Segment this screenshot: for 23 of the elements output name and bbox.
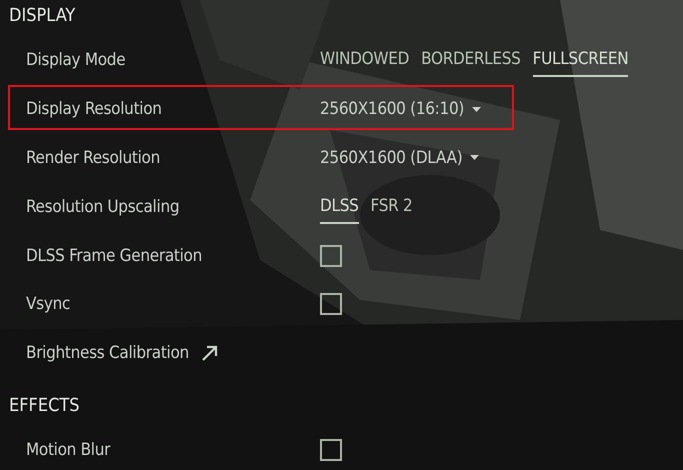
caret-icon [470, 155, 480, 160]
option-tab[interactable]: BORDERLESS [421, 49, 521, 78]
checkbox[interactable] [320, 438, 342, 461]
arrow-icon [200, 344, 219, 362]
option-tab[interactable]: DLSS [320, 196, 359, 224]
setting-link[interactable]: Brightness Calibration [26, 343, 219, 364]
option-tab[interactable]: WINDOWED [320, 49, 410, 78]
option-tab[interactable]: FULLSCREEN [532, 49, 628, 78]
checkbox[interactable] [320, 244, 342, 267]
value-dropdown[interactable]: 2560X1600 (16:10) [320, 99, 482, 120]
setting-label: Display Resolution [26, 99, 163, 120]
value-dropdown[interactable]: 2560X1600 (DLAA) [320, 148, 480, 168]
option-tab[interactable]: FSR 2 [370, 196, 412, 224]
setting-label: Display Mode [26, 50, 126, 70]
setting-label: Render Resolution [26, 148, 161, 168]
checkbox[interactable] [320, 293, 342, 316]
setting-label: Resolution Upscaling [26, 196, 180, 217]
caret-icon [472, 106, 482, 112]
section-title: EFFECTS [8, 394, 81, 418]
setting-label: DLSS Frame Generation [26, 246, 203, 266]
section-title: DISPLAY [8, 4, 76, 28]
setting-label: Motion Blur [26, 440, 112, 460]
setting-label: Vsync [26, 294, 72, 314]
